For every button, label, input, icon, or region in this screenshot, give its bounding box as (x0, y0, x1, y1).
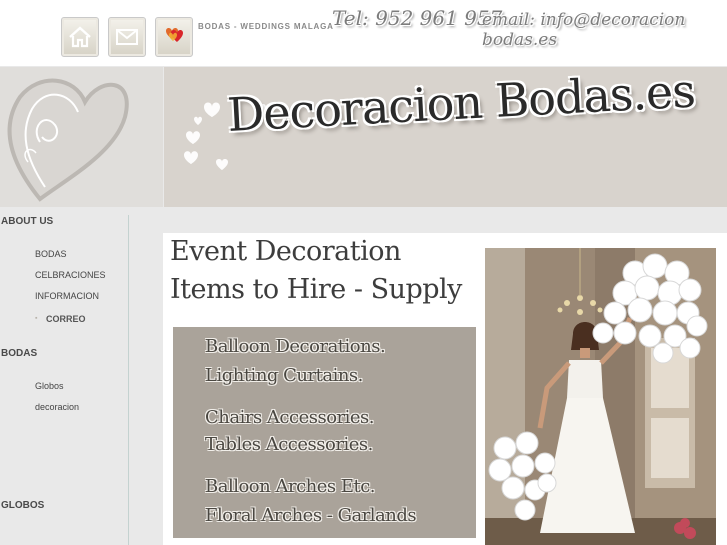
sidebar-item-decoracion[interactable]: decoracion (35, 402, 79, 412)
feature-balloon-arches: Balloon Arches Etc. (205, 476, 376, 497)
bride-with-balloons-photo (485, 248, 716, 545)
sidebar-item-correo[interactable]: CORREO (46, 314, 86, 324)
hearts-icon[interactable] (155, 17, 193, 57)
sidebar-divider (128, 215, 129, 545)
site-tagline: BODAS - WEDDINGS MALAGA (198, 22, 334, 31)
mail-icon[interactable] (108, 17, 146, 57)
page-heading-line2: Items to Hire - Supply (170, 274, 462, 305)
sidebar-section-about-us: ABOUT US (1, 216, 54, 227)
sidebar-section-globos: GLOBOS (1, 500, 45, 511)
feature-chairs-accessories: Chairs Accessories. (205, 407, 375, 428)
email-address[interactable]: email: info@decoracion bodas.es (482, 10, 727, 50)
heart-ornament-panel (0, 67, 163, 207)
sidebar-section-bodas: BODAS (1, 348, 38, 359)
feature-floral-arches: Floral Arches - Garlands (205, 505, 417, 526)
home-icon[interactable] (61, 17, 99, 57)
sidebar-item-bodas[interactable]: BODAS (35, 249, 67, 259)
sidebar-item-globos[interactable]: Globos (35, 381, 64, 391)
sidebar-item-informacion[interactable]: INFORMACION (35, 291, 99, 301)
sidebar-item-celbraciones[interactable]: CELBRACIONES (35, 270, 106, 280)
sidebar-bullet-icon: ▪ (35, 315, 38, 322)
phone-number: Tel: 952 961 957 (332, 6, 503, 30)
feature-tables-accessories: Tables Accessories. (205, 434, 373, 455)
page-heading-line1: Event Decoration (170, 236, 401, 267)
decorative-heart-icon (7, 78, 129, 202)
feature-balloon-decorations: Balloon Decorations. (205, 336, 386, 357)
feature-lighting-curtains: Lighting Curtains. (205, 365, 363, 386)
